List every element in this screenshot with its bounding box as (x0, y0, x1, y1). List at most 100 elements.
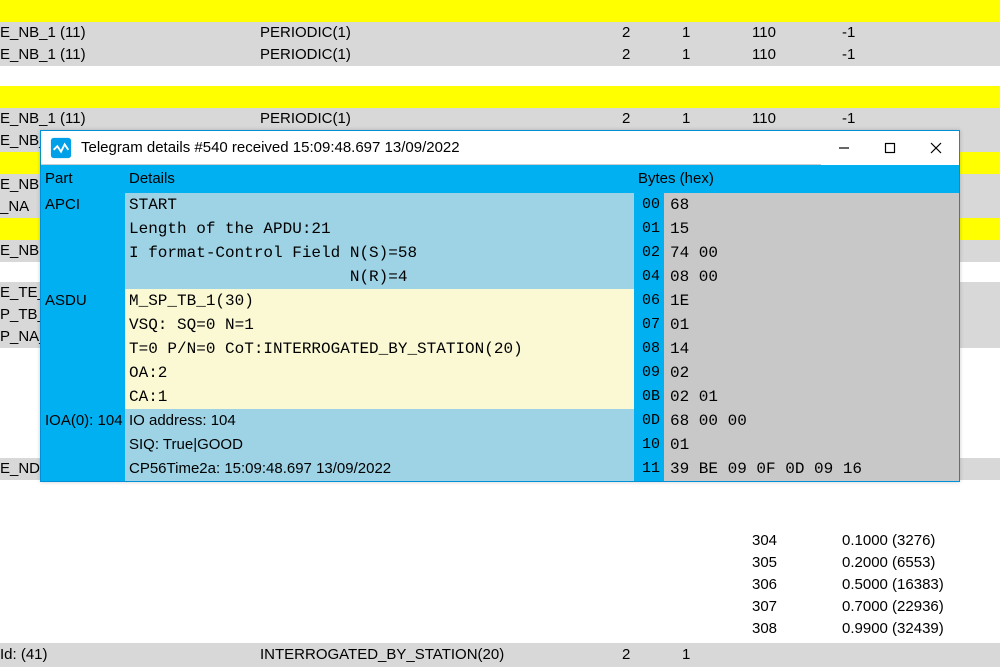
hex-cell: 15 (664, 217, 959, 241)
table-cell (682, 86, 752, 108)
table-cell (752, 0, 842, 22)
table-cell (842, 0, 992, 22)
addr-cell: 304 (752, 530, 842, 552)
part-cell: IOA(0): 104 (41, 409, 125, 433)
table-cell (0, 86, 260, 108)
table-cell (622, 86, 682, 108)
table-row[interactable]: E_NB_1 (11)PERIODIC(1)21110-1 (0, 22, 1000, 44)
header-part: Part (41, 165, 125, 193)
hex-cell: 14 (664, 337, 959, 361)
detail-cell: CP56Time2a: 15:09:48.697 13/09/2022 (125, 457, 634, 481)
detail-cell: I format-Control Field N(S)=58 (125, 241, 634, 265)
list-item: 3060.5000 (16383) (0, 574, 1000, 596)
detail-cell: START (125, 193, 634, 217)
table-cell: 2 (622, 22, 682, 44)
table-cell: PERIODIC(1) (260, 108, 622, 130)
addr-cell: 306 (752, 574, 842, 596)
maximize-button[interactable] (867, 131, 913, 165)
part-cell (41, 217, 125, 241)
table-cell: 1 (682, 44, 752, 66)
offset-cell: 01 (634, 217, 664, 241)
detail-cell: T=0 P/N=0 CoT:INTERROGATED_BY_STATION(20… (125, 337, 634, 361)
hex-cell: 39 BE 09 0F 0D 09 16 (664, 457, 959, 481)
status-cause: INTERROGATED_BY_STATION(20) (260, 643, 622, 667)
table-cell: -1 (842, 44, 992, 66)
table-cell (0, 0, 260, 22)
status-col-a: 2 (622, 643, 682, 667)
offset-cell: 10 (634, 433, 664, 457)
header-details: Details (125, 165, 634, 193)
part-cell (41, 385, 125, 409)
detail-cell: VSQ: SQ=0 N=1 (125, 313, 634, 337)
value-cell: 0.1000 (3276) (842, 530, 992, 552)
offset-cell: 04 (634, 265, 664, 289)
table-cell: 2 (622, 108, 682, 130)
table-row[interactable]: E_NB_1 (11)PERIODIC(1)21110-1 (0, 108, 1000, 130)
offset-cell: 07 (634, 313, 664, 337)
part-cell (41, 337, 125, 361)
header-bytes: Bytes (hex) (634, 165, 959, 193)
hex-cell: 01 (664, 433, 959, 457)
hex-cell: 02 01 (664, 385, 959, 409)
list-item: 3070.7000 (22936) (0, 596, 1000, 618)
table-cell (622, 66, 682, 86)
table-cell: PERIODIC(1) (260, 22, 622, 44)
detail-cell: Length of the APDU:21 (125, 217, 634, 241)
app-icon (47, 134, 75, 162)
detail-cell: IO address: 104 (125, 409, 634, 433)
part-cell (41, 361, 125, 385)
table-row[interactable] (0, 86, 1000, 108)
detail-cell: SIQ: True|GOOD (125, 433, 634, 457)
part-cell (41, 313, 125, 337)
table-cell (260, 66, 622, 86)
table-cell: 1 (682, 22, 752, 44)
part-cell (41, 457, 125, 481)
value-cell: 0.7000 (22936) (842, 596, 992, 618)
part-cell: APCI (41, 193, 125, 217)
table-row[interactable] (0, 0, 1000, 22)
offset-cell: 02 (634, 241, 664, 265)
addr-cell: 307 (752, 596, 842, 618)
hex-cell: 68 00 00 (664, 409, 959, 433)
offset-cell: 11 (634, 457, 664, 481)
detail-cell: CA:1 (125, 385, 634, 409)
table-row[interactable] (0, 66, 1000, 86)
close-button[interactable] (913, 131, 959, 165)
part-cell: ASDU (41, 289, 125, 313)
table-cell: 2 (622, 44, 682, 66)
offset-cell: 09 (634, 361, 664, 385)
table-cell (622, 0, 682, 22)
telegram-table: Part APCI ASDU IOA(0): 104 Details STARTLe… (41, 165, 959, 481)
table-cell (260, 0, 622, 22)
hex-cell: 74 00 (664, 241, 959, 265)
table-cell: -1 (842, 108, 992, 130)
table-cell (842, 66, 992, 86)
window-controls (821, 131, 959, 165)
window-titlebar[interactable]: Telegram details #540 received 15:09:48.… (41, 131, 959, 165)
table-cell: 1 (682, 108, 752, 130)
table-cell (752, 66, 842, 86)
table-cell: 110 (752, 108, 842, 130)
table-cell (260, 86, 622, 108)
hex-cell: 1E (664, 289, 959, 313)
status-id: Id: (41) (0, 643, 260, 667)
detail-cell: OA:2 (125, 361, 634, 385)
value-cell: 0.5000 (16383) (842, 574, 992, 596)
minimize-button[interactable] (821, 131, 867, 165)
hex-cell: 08 00 (664, 265, 959, 289)
table-cell: -1 (842, 22, 992, 44)
list-item: 3050.2000 (6553) (0, 552, 1000, 574)
addr-cell: 308 (752, 618, 842, 640)
table-cell (842, 86, 992, 108)
table-cell (752, 86, 842, 108)
table-row[interactable]: E_NB_1 (11)PERIODIC(1)21110-1 (0, 44, 1000, 66)
offset-cell: 06 (634, 289, 664, 313)
table-cell: PERIODIC(1) (260, 44, 622, 66)
hex-cell: 02 (664, 361, 959, 385)
table-cell (682, 0, 752, 22)
detail-cell: N(R)=4 (125, 265, 634, 289)
offset-cell: 0B (634, 385, 664, 409)
offset-cell: 00 (634, 193, 664, 217)
status-col-b: 1 (682, 643, 752, 667)
table-cell: E_NB_1 (11) (0, 22, 260, 44)
